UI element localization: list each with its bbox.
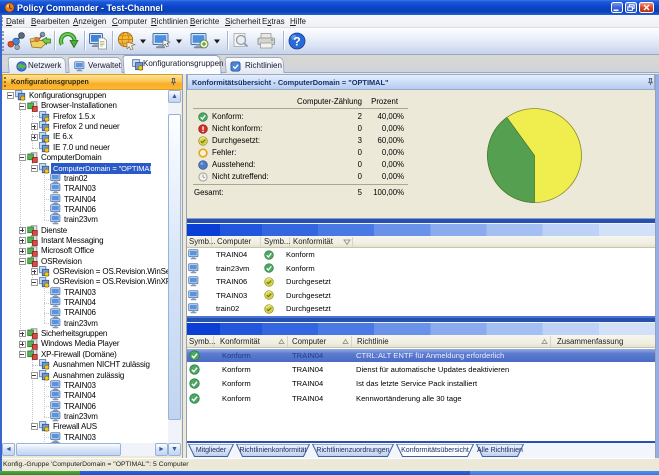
svg-text:?: ? — [293, 35, 300, 49]
